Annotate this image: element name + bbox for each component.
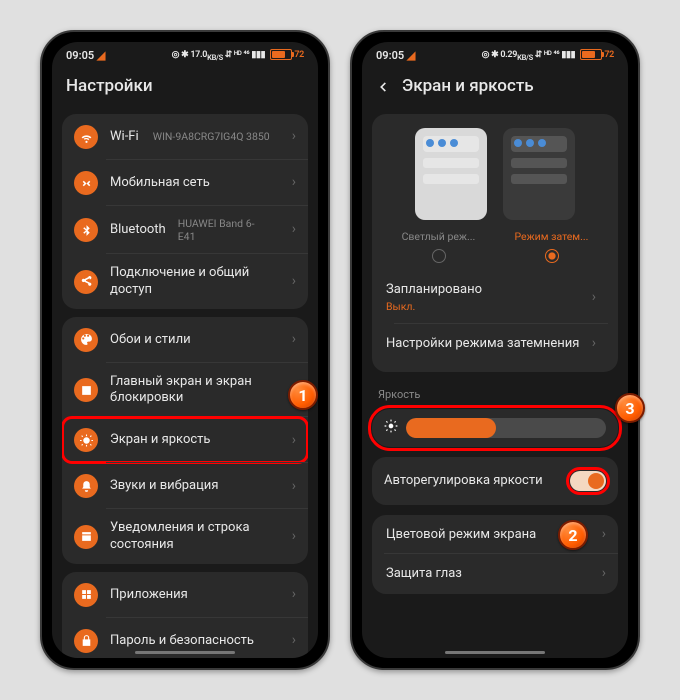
chevron-right-icon: ›: [292, 174, 296, 192]
badge-step-2: 2: [558, 520, 588, 550]
back-arrow-icon[interactable]: [376, 79, 390, 93]
status-bar: 09:05 ◢ ◎ ✱ 17.0KB/S ⇵ ᴴᴰ ⁴⁶ ▮▮▮ 72: [52, 42, 318, 68]
chevron-right-icon: ›: [602, 526, 606, 544]
section-brightness-label: Яркость: [372, 380, 618, 403]
page-title: Настройки: [52, 68, 318, 106]
badge-step-3: 3: [615, 393, 645, 423]
chevron-right-icon: ›: [292, 632, 296, 650]
gesture-bar[interactable]: [135, 651, 235, 655]
toggle-auto-brightness[interactable]: [570, 471, 606, 491]
row-bluetooth[interactable]: Bluetooth HUAWEI Band 6-E41 ›: [62, 206, 308, 254]
row-home-lock[interactable]: Главный экран и экран блокировки ›: [62, 363, 308, 418]
chevron-right-icon: ›: [592, 289, 596, 307]
row-sound[interactable]: Звуки и вибрация ›: [62, 463, 308, 509]
label-dark-mode: Режим затем...: [514, 230, 588, 243]
page-title: Экран и яркость: [402, 76, 534, 96]
chevron-right-icon: ›: [292, 273, 296, 291]
chevron-right-icon: ›: [292, 478, 296, 496]
bluetooth-icon: [74, 218, 98, 242]
row-connection-sharing[interactable]: Подключение и общий доступ ›: [62, 254, 308, 309]
image-icon: [74, 378, 98, 402]
phone-display-settings: 09:05 ◢ ◎ ✱ 0.29KB/S ⇵ ᴴᴰ ⁴⁶ ▮▮▮ 72 Экра…: [350, 30, 640, 670]
lock-icon: [74, 629, 98, 653]
chevron-right-icon: ›: [292, 331, 296, 349]
status-accent-icon: ◢: [407, 49, 415, 62]
wifi-icon: [74, 125, 98, 149]
notification-icon: [74, 525, 98, 549]
brightness-icon: [74, 428, 98, 452]
chevron-right-icon: ›: [292, 128, 296, 146]
chevron-right-icon: ›: [292, 221, 296, 239]
radio-dark[interactable]: [545, 249, 559, 263]
battery-icon: [580, 49, 602, 60]
row-auto-brightness[interactable]: Авторегулировка яркости: [372, 457, 618, 505]
chevron-right-icon: ›: [592, 335, 596, 353]
phone-settings: 09:05 ◢ ◎ ✱ 17.0KB/S ⇵ ᴴᴰ ⁴⁶ ▮▮▮ 72 Наст…: [40, 30, 330, 670]
palette-icon: [74, 328, 98, 352]
gesture-bar[interactable]: [445, 651, 545, 655]
row-mobile-network[interactable]: Мобильная сеть ›: [62, 160, 308, 206]
row-eye-protection[interactable]: Защита глаз ›: [372, 554, 618, 594]
row-scheduled[interactable]: Запланировано Выкл. ›: [382, 271, 608, 324]
status-accent-icon: ◢: [97, 49, 105, 62]
status-bar: 09:05 ◢ ◎ ✱ 0.29KB/S ⇵ ᴴᴰ ⁴⁶ ▮▮▮ 72: [362, 42, 628, 68]
preview-light[interactable]: [415, 128, 487, 220]
row-wifi[interactable]: Wi-Fi WIN-9A8CRG7IG4Q 3850 ›: [62, 114, 308, 160]
brightness-slider[interactable]: [372, 409, 618, 447]
row-apps[interactable]: Приложения ›: [62, 572, 308, 618]
group-system: Приложения › Пароль и безопасность ›: [62, 572, 308, 658]
group-connectivity: Wi-Fi WIN-9A8CRG7IG4Q 3850 › Мобильная с…: [62, 114, 308, 309]
radio-light[interactable]: [432, 249, 446, 263]
row-notifications[interactable]: Уведомления и строка состояния ›: [62, 509, 308, 564]
label-light-mode: Светлый реж...: [402, 230, 476, 243]
chevron-right-icon: ›: [602, 565, 606, 583]
chevron-right-icon: ›: [292, 432, 296, 450]
apps-icon: [74, 583, 98, 607]
group-personalization: Обои и стили › Главный экран и экран бло…: [62, 317, 308, 564]
chevron-right-icon: ›: [292, 528, 296, 546]
chevron-right-icon: ›: [292, 586, 296, 604]
row-display-brightness[interactable]: Экран и яркость ›: [62, 417, 308, 463]
row-dark-mode-settings[interactable]: Настройки режима затемнения ›: [382, 324, 608, 364]
bell-icon: [74, 474, 98, 498]
battery-icon: [270, 49, 292, 60]
row-wallpaper[interactable]: Обои и стили ›: [62, 317, 308, 363]
cellular-icon: [74, 171, 98, 195]
preview-dark[interactable]: [503, 128, 575, 220]
theme-mode-card: Светлый реж... Режим затем... Запланиров…: [372, 114, 618, 372]
share-icon: [74, 270, 98, 294]
badge-step-1: 1: [288, 380, 318, 410]
sun-icon: [384, 418, 398, 437]
